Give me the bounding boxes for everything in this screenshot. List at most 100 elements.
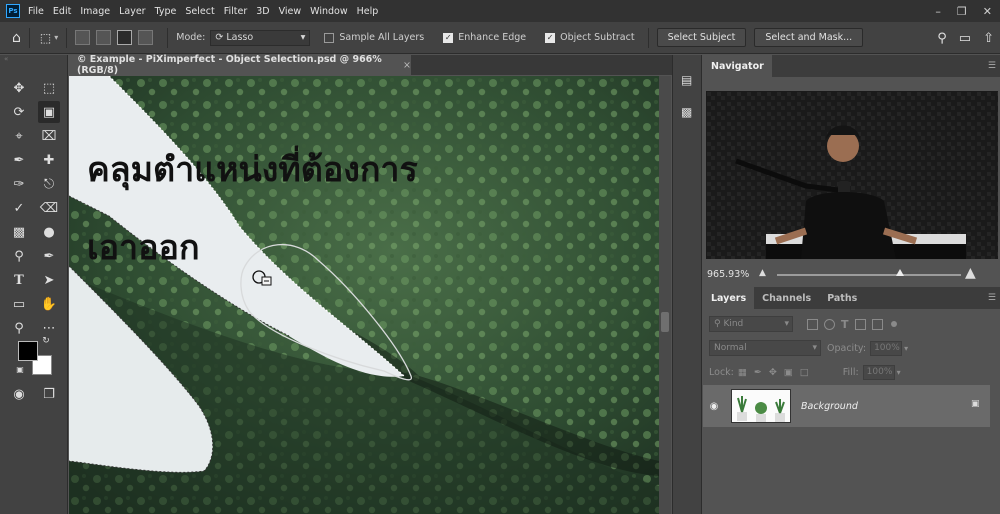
adjustment-filter-icon[interactable] (824, 318, 835, 330)
new-selection-button[interactable] (75, 30, 91, 45)
kind-filter-select[interactable]: ⚲ Kind ▾ (709, 316, 793, 332)
lock-position-icon[interactable]: ✥ (769, 367, 777, 378)
foreground-color-swatch[interactable] (18, 341, 38, 361)
brush-tool-icon[interactable]: ✑ (8, 173, 30, 195)
home-icon[interactable]: ⌂ (12, 30, 21, 46)
layer-row[interactable]: ◉ Background ▣ (703, 385, 990, 427)
vertical-scrollbar[interactable] (659, 76, 671, 514)
properties-panel-icon[interactable]: ▩ (681, 105, 695, 119)
blend-row: Normal ▾ Opacity: 100% ▾ (709, 339, 908, 357)
default-colors-icon[interactable]: ▣ (14, 363, 26, 375)
panel-grip[interactable]: « (0, 55, 67, 65)
lock-image-pixels-icon[interactable]: ✒ (754, 367, 762, 378)
shape-filter-icon[interactable] (854, 318, 866, 330)
screen-mode-icon[interactable]: ❐ (38, 383, 60, 405)
rectangle-tool-icon[interactable]: ▭ (8, 293, 30, 315)
visibility-eye-icon[interactable]: ◉ (703, 401, 725, 412)
enhance-edge-checkbox[interactable]: ✓ (443, 32, 454, 43)
object-selection-tool-icon[interactable]: ▣ (38, 101, 60, 123)
dodge-tool-icon[interactable]: ⚲ (8, 245, 30, 267)
kind-label: Kind (723, 319, 744, 329)
intersect-selection-button[interactable] (138, 30, 154, 45)
mode-select[interactable]: ⟳ Lasso ▾ (210, 29, 311, 46)
menu-3d[interactable]: 3D (256, 6, 269, 17)
lasso-tool-icon[interactable]: ⟳ (8, 101, 30, 123)
search-icon[interactable]: ⚲ (937, 31, 947, 46)
document-tab[interactable]: © Example - PiXimperfect - Object Select… (69, 54, 411, 76)
zoom-slider[interactable] (777, 274, 961, 276)
pixel-filter-icon[interactable] (807, 318, 818, 330)
lock-artboard-icon[interactable]: ▣ (784, 367, 793, 378)
opacity-field[interactable]: 100% (870, 340, 903, 356)
close-icon[interactable]: × (403, 60, 411, 71)
select-subject-button[interactable]: Select Subject (656, 28, 747, 47)
lock-pixels-icon[interactable]: ▦ (738, 367, 747, 378)
object-selection-tool-icon[interactable]: ⬚ (40, 31, 51, 45)
chevron-down-icon[interactable]: ▾ (897, 368, 901, 377)
zoom-out-icon[interactable]: ▲ (759, 268, 766, 278)
pen-tool-icon[interactable]: ✒ (38, 245, 60, 267)
smart-object-filter-icon[interactable] (871, 318, 883, 330)
tab-layers[interactable]: Layers (703, 287, 755, 309)
subtract-from-selection-button[interactable] (117, 30, 133, 45)
blur-tool-icon[interactable]: ● (38, 221, 60, 243)
share-icon[interactable]: ⇧ (983, 31, 994, 46)
menu-layer[interactable]: Layer (119, 6, 146, 17)
blend-mode-select[interactable]: Normal ▾ (709, 340, 821, 356)
eraser-tool-icon[interactable]: ⌫ (38, 197, 60, 219)
frame-tool-icon[interactable]: ⌧ (38, 125, 60, 147)
sample-all-layers-checkbox[interactable] (324, 32, 335, 43)
type-filter-icon[interactable]: T (841, 318, 849, 331)
document-canvas[interactable]: คลุมตำแหน่งที่ต้องการ เอาออก (69, 76, 659, 514)
minimize-icon[interactable]: – (935, 5, 941, 18)
type-tool-icon[interactable]: T (8, 269, 30, 291)
hand-tool-icon[interactable]: ✋ (38, 293, 60, 315)
right-panels: Navigator ☰ 965.93% ▲ ▲ Layers Channels … (703, 55, 1000, 514)
quick-mask-icon[interactable]: ◉ (8, 383, 30, 405)
navigator-preview[interactable] (706, 91, 998, 259)
eyedropper-tool-icon[interactable]: ✒ (8, 149, 30, 171)
close-icon[interactable]: ✕ (983, 5, 992, 18)
zoom-slider-thumb[interactable] (896, 269, 905, 276)
path-selection-tool-icon[interactable]: ➤ (38, 269, 60, 291)
history-panel-icon[interactable]: ▤ (681, 73, 695, 87)
zoom-tool-icon[interactable]: ⚲ (8, 317, 30, 339)
tab-paths[interactable]: Paths (819, 287, 865, 309)
history-brush-tool-icon[interactable]: ✓ (8, 197, 30, 219)
restore-icon[interactable]: ❐ (957, 5, 967, 18)
chevron-down-icon[interactable]: ▾ (54, 33, 58, 42)
zoom-in-icon[interactable]: ▲ (965, 265, 976, 281)
move-tool-icon[interactable]: ✥ (8, 77, 30, 99)
fill-label: Fill: (842, 366, 859, 378)
menu-file[interactable]: File (28, 6, 44, 17)
panel-menu-icon[interactable]: ☰ (988, 293, 996, 303)
clone-stamp-tool-icon[interactable]: ⎋ (38, 173, 60, 195)
chevron-down-icon[interactable]: ▾ (904, 344, 908, 353)
lock-all-icon[interactable]: □ (800, 367, 809, 378)
gradient-tool-icon[interactable]: ▩ (8, 221, 30, 243)
crop-tool-icon[interactable]: ⌖ (8, 125, 30, 147)
filter-toggle-icon[interactable] (890, 321, 897, 327)
menu-window[interactable]: Window (310, 6, 347, 17)
workspace-icon[interactable]: ▭ (959, 31, 971, 46)
tab-navigator[interactable]: Navigator (703, 55, 772, 77)
zoom-value[interactable]: 965.93% (707, 269, 755, 280)
marquee-tool-icon[interactable]: ⬚ (38, 77, 60, 99)
healing-brush-tool-icon[interactable]: ✚ (38, 149, 60, 171)
menu-view[interactable]: View (279, 6, 302, 17)
fill-field[interactable]: 100% (862, 364, 895, 380)
panel-menu-icon[interactable]: ☰ (988, 61, 996, 71)
menu-edit[interactable]: Edit (53, 6, 71, 17)
menu-type[interactable]: Type (155, 6, 177, 17)
add-to-selection-button[interactable] (96, 30, 112, 45)
swap-colors-icon[interactable]: ↻ (40, 335, 52, 347)
scrollbar-thumb[interactable] (661, 312, 669, 332)
menu-help[interactable]: Help (357, 6, 379, 17)
tab-channels[interactable]: Channels (754, 287, 819, 309)
object-subtract-checkbox[interactable]: ✓ (545, 32, 556, 43)
menu-image[interactable]: Image (80, 6, 110, 17)
select-and-mask-button[interactable]: Select and Mask... (754, 28, 864, 47)
menu-select[interactable]: Select (185, 6, 214, 17)
layer-name[interactable]: Background (801, 401, 858, 412)
menu-filter[interactable]: Filter (224, 6, 248, 17)
